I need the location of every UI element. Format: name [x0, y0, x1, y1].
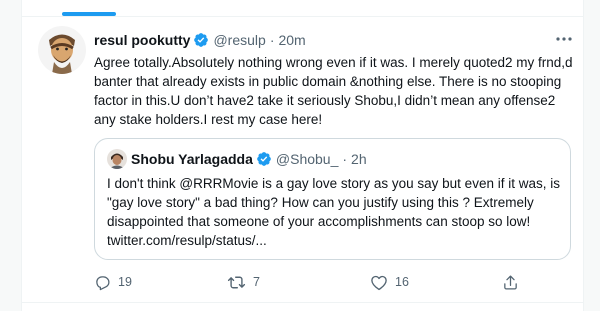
share-button[interactable]	[502, 272, 519, 292]
more-options-icon[interactable]	[554, 30, 574, 48]
retweet-count: 7	[253, 275, 260, 289]
reply-button[interactable]: 19	[94, 272, 132, 292]
retweet-icon	[227, 274, 246, 291]
retweet-button[interactable]: 7	[227, 272, 260, 292]
avatar[interactable]	[38, 26, 86, 74]
like-button[interactable]: 16	[370, 272, 409, 292]
tweet-text: Agree totally.Absolutely nothing wrong e…	[94, 55, 573, 127]
like-count: 16	[395, 275, 409, 289]
reply-icon	[94, 274, 111, 291]
separator-dot: ·	[269, 32, 275, 48]
verified-badge-icon	[193, 32, 209, 48]
share-icon	[502, 274, 519, 291]
verified-badge-icon	[256, 151, 272, 167]
separator-dot: ·	[342, 151, 348, 167]
quoted-tweet-header: Shobu Yarlagadda @Shobu_ · 2h	[107, 149, 367, 169]
timeline-column: resul pookutty @resulp · 20m Agree total…	[21, 0, 584, 311]
author-handle[interactable]: @resulp	[213, 32, 265, 48]
quoted-author-name[interactable]: Shobu Yarlagadda	[131, 151, 253, 167]
quoted-avatar	[107, 149, 127, 169]
like-icon	[370, 274, 388, 291]
tweet-timestamp[interactable]: 20m	[278, 32, 305, 48]
divider	[22, 302, 583, 303]
quoted-tweet[interactable]: Shobu Yarlagadda @Shobu_ · 2h I don't th…	[94, 138, 571, 260]
quoted-author-handle[interactable]: @Shobu_	[276, 151, 338, 167]
divider	[22, 16, 583, 17]
tweet-header: resul pookutty @resulp · 20m	[94, 31, 574, 49]
quoted-timestamp[interactable]: 2h	[351, 151, 367, 167]
reply-count: 19	[118, 275, 132, 289]
author-name[interactable]: resul pookutty	[94, 32, 190, 48]
quoted-tweet-text: I don't think @RRRMovie is a gay love st…	[107, 176, 560, 248]
tweet-actions: 19 7 16	[94, 272, 524, 292]
